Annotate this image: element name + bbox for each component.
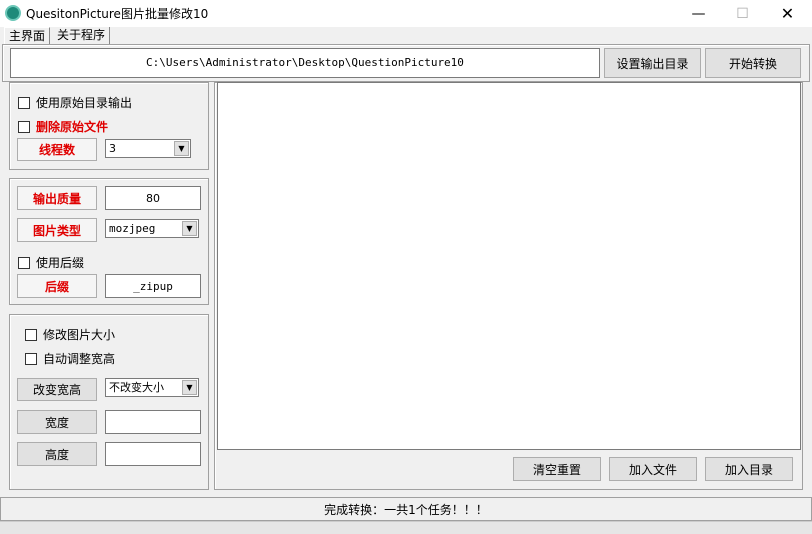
resize-checkbox[interactable]: 修改图片大小 xyxy=(25,326,115,343)
add-file-button[interactable]: 加入文件 xyxy=(609,457,697,481)
file-list-area[interactable] xyxy=(217,82,801,450)
use-original-dir-checkbox[interactable]: 使用原始目录输出 xyxy=(18,94,132,111)
checkbox-box[interactable] xyxy=(18,120,30,133)
suffix-input[interactable]: _zipup xyxy=(105,274,201,298)
width-button[interactable]: 宽度 xyxy=(17,410,97,434)
quality-input[interactable]: 80 xyxy=(105,186,201,210)
width-input[interactable] xyxy=(105,410,201,434)
threads-button[interactable]: 线程数 xyxy=(17,138,97,161)
height-button[interactable]: 高度 xyxy=(17,442,97,466)
clear-reset-button[interactable]: 清空重置 xyxy=(513,457,601,481)
checkbox-box[interactable] xyxy=(18,256,30,269)
chevron-down-icon[interactable]: ▼ xyxy=(182,221,197,236)
checkbox-label: 使用原始目录输出 xyxy=(36,96,133,110)
window-title: QuesitonPicture图片批量修改10 xyxy=(26,7,209,21)
use-suffix-checkbox[interactable]: 使用后缀 xyxy=(18,254,84,271)
checkbox-label: 修改图片大小 xyxy=(43,328,116,342)
app-icon xyxy=(5,5,21,21)
status-bar: 完成转换：一共1个任务！！！ xyxy=(0,497,812,521)
quality-button[interactable]: 输出质量 xyxy=(17,186,97,210)
threads-select[interactable]: 3 ▼ xyxy=(105,139,191,158)
close-button[interactable]: ✕ xyxy=(765,0,810,27)
image-type-button[interactable]: 图片类型 xyxy=(17,218,97,242)
checkbox-label: 删除原始文件 xyxy=(36,120,109,134)
bottom-strip xyxy=(0,521,812,534)
change-size-select[interactable]: 不改变大小 ▼ xyxy=(105,378,199,397)
image-type-select[interactable]: mozjpeg ▼ xyxy=(105,219,199,238)
chevron-down-icon[interactable]: ▼ xyxy=(182,380,197,395)
tab-main[interactable]: 主界面 xyxy=(4,27,51,45)
threads-selected-value: 3 xyxy=(109,142,116,155)
tab-about[interactable]: 关于程序 xyxy=(53,27,111,45)
start-convert-button[interactable]: 开始转换 xyxy=(705,48,801,78)
image-type-selected-value: mozjpeg xyxy=(109,222,156,235)
checkbox-box[interactable] xyxy=(25,352,37,365)
height-input[interactable] xyxy=(105,442,201,466)
checkbox-box[interactable] xyxy=(25,328,37,341)
chevron-down-icon[interactable]: ▼ xyxy=(174,141,189,156)
tab-bar: 主界面 关于程序 xyxy=(0,27,812,45)
delete-original-checkbox[interactable]: 删除原始文件 xyxy=(18,118,108,135)
checkbox-label: 自动调整宽高 xyxy=(43,352,116,366)
path-input[interactable]: C:\Users\Administrator\Desktop\QuestionP… xyxy=(10,48,600,78)
change-size-button[interactable]: 改变宽高 xyxy=(17,378,97,401)
set-output-dir-button[interactable]: 设置输出目录 xyxy=(604,48,701,78)
auto-adjust-checkbox[interactable]: 自动调整宽高 xyxy=(25,350,115,367)
maximize-button[interactable]: ☐ xyxy=(720,0,765,27)
checkbox-box[interactable] xyxy=(18,96,30,109)
checkbox-label: 使用后缀 xyxy=(36,256,85,270)
add-directory-button[interactable]: 加入目录 xyxy=(705,457,793,481)
minimize-button[interactable]: — xyxy=(676,0,721,27)
suffix-button[interactable]: 后缀 xyxy=(17,274,97,298)
change-size-selected-value: 不改变大小 xyxy=(109,381,164,394)
title-bar: QuesitonPicture图片批量修改10 — ☐ ✕ xyxy=(0,0,812,27)
